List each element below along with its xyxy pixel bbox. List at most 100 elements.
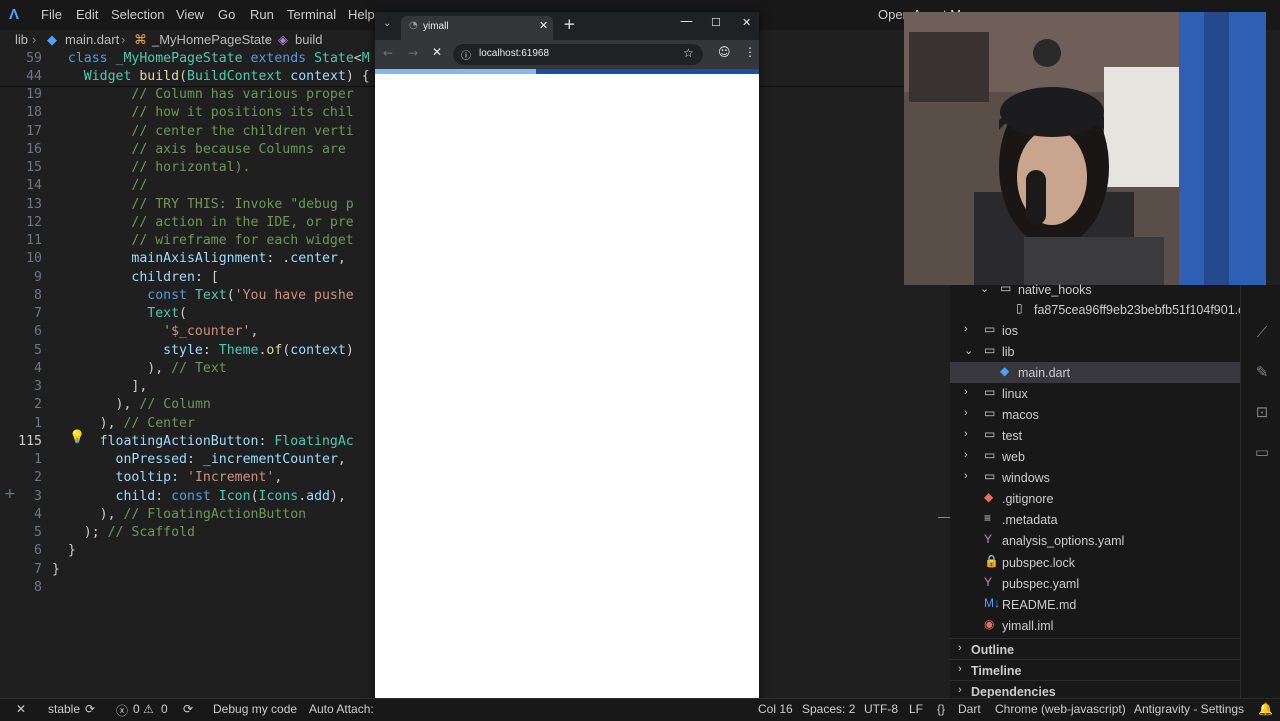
menu-view[interactable]: View bbox=[176, 7, 204, 22]
menu-selection[interactable]: Selection bbox=[111, 7, 164, 22]
profile-icon[interactable]: ☺ bbox=[718, 45, 731, 59]
cursor-position[interactable]: Col 16 bbox=[758, 702, 793, 716]
window-close-icon[interactable]: ✕ bbox=[742, 16, 751, 29]
stop-loading-icon[interactable]: ✕ bbox=[432, 45, 442, 59]
page-viewport[interactable] bbox=[375, 74, 759, 716]
explorer-item[interactable]: ◉ yimall.iml bbox=[950, 615, 1240, 636]
chevron-down-icon[interactable]: ⌄ bbox=[964, 344, 973, 357]
explorer-item[interactable]: › ▭ ios bbox=[950, 320, 1240, 341]
explorer-item[interactable]: › ▭ linux bbox=[950, 383, 1240, 404]
status-bar: ✕ stable ⟳ ⓧ 0 ⚠ 0 ⟳ Debug my code Auto … bbox=[0, 698, 1280, 721]
forward-arrow-icon[interactable]: → bbox=[408, 46, 418, 60]
explorer-item[interactable]: Ypubspec.yaml bbox=[950, 573, 1240, 594]
debug-label[interactable]: Debug my code bbox=[213, 702, 297, 716]
warning-count[interactable]: 0 bbox=[161, 702, 168, 716]
explorer-item[interactable]: ≡ .metadata bbox=[950, 509, 1240, 530]
menu-go[interactable]: Go bbox=[218, 7, 235, 22]
edit-icon[interactable]: ✎ bbox=[1253, 363, 1271, 381]
line-ending[interactable]: LF bbox=[909, 702, 923, 716]
browser-tab[interactable]: ◔ yimall ✕ bbox=[401, 16, 553, 40]
explorer-item[interactable]: 🔒 pubspec.lock bbox=[950, 552, 1240, 573]
explorer-item-label: lib bbox=[1002, 345, 1015, 359]
explorer-item[interactable]: ⌄ ▭ native_hooks bbox=[950, 279, 1240, 300]
browser-menu-icon[interactable]: ⋮ bbox=[744, 45, 756, 59]
site-info-icon[interactable]: ⓘ bbox=[461, 47, 471, 62]
devices-icon[interactable]: ▭ bbox=[1253, 443, 1271, 461]
error-icon[interactable]: ⓧ bbox=[116, 702, 128, 719]
breadcrumb-file[interactable]: main.dart bbox=[65, 32, 119, 47]
explorer-item[interactable]: › ▭ windows bbox=[950, 467, 1240, 488]
explorer-item[interactable]: M↓ README.md bbox=[950, 594, 1240, 615]
error-count[interactable]: 0 bbox=[133, 702, 140, 716]
menu-edit[interactable]: Edit bbox=[76, 7, 98, 22]
antigravity-logo-icon[interactable]: Λ bbox=[9, 6, 25, 23]
chevron-right-icon[interactable]: › bbox=[958, 684, 962, 696]
chevron-down-icon[interactable]: ⌄ bbox=[980, 282, 989, 295]
explorer-item[interactable]: ◆ main.dart bbox=[950, 362, 1240, 383]
chevron-right-icon[interactable]: › bbox=[958, 663, 962, 675]
explorer-item[interactable]: › ▭ web bbox=[950, 446, 1240, 467]
chevron-right-icon[interactable]: › bbox=[964, 386, 968, 398]
line-number: 3 bbox=[34, 379, 42, 394]
explorer-item-label: ios bbox=[1002, 324, 1018, 338]
back-arrow-icon[interactable]: ← bbox=[383, 46, 393, 60]
explorer-item[interactable]: ▯ fa875cea96ff9eb23bebfb51f104f901.cac... bbox=[950, 299, 1268, 320]
browser-tab-strip: ⌄ ◔ yimall ✕ + — ☐ ✕ bbox=[375, 12, 759, 40]
line-code: // how it positions its chil bbox=[131, 105, 354, 121]
line-code: children: [ bbox=[131, 269, 219, 285]
menu-help[interactable]: Help bbox=[348, 7, 375, 22]
breadcrumb-method[interactable]: build bbox=[295, 32, 322, 47]
remote-icon[interactable]: ✕ bbox=[16, 702, 26, 716]
section-title: Dependencies bbox=[971, 685, 1056, 699]
indentation[interactable]: Spaces: 2 bbox=[802, 702, 855, 716]
minimize-icon[interactable]: — bbox=[680, 14, 693, 29]
folder-icon: ▭ bbox=[984, 385, 996, 399]
sync-icon[interactable]: ⟳ bbox=[85, 702, 95, 716]
chevron-right-icon[interactable]: › bbox=[958, 642, 962, 654]
chevron-right-icon[interactable]: › bbox=[964, 449, 968, 461]
notifications-icon[interactable]: 🔔 bbox=[1258, 702, 1273, 716]
breadcrumb-folder[interactable]: lib bbox=[15, 32, 28, 47]
explorer-item[interactable]: › ▭ macos bbox=[950, 404, 1240, 425]
explorer-item[interactable]: Yanalysis_options.yaml bbox=[950, 530, 1240, 551]
tab-search-icon[interactable]: ⌄ bbox=[383, 18, 391, 29]
lightbulb-icon[interactable]: 💡 bbox=[69, 430, 85, 446]
breadcrumb-separator-icon: › bbox=[32, 32, 37, 47]
explorer-item[interactable]: ◆ .gitignore bbox=[950, 488, 1240, 509]
bookmark-star-icon[interactable]: ☆ bbox=[683, 46, 694, 60]
line-number: 18 bbox=[26, 105, 42, 121]
agent-icon[interactable]: ⟋ bbox=[1253, 323, 1271, 341]
file-icon: ≡ bbox=[984, 511, 992, 525]
chevron-right-icon[interactable]: › bbox=[964, 428, 968, 440]
explorer-item[interactable]: ⌄ ▭ lib bbox=[950, 341, 1240, 362]
explorer-section-timeline[interactable]: › Timeline bbox=[950, 659, 1240, 681]
inspect-icon[interactable]: ⊡ bbox=[1253, 403, 1271, 421]
warning-icon[interactable]: ⚠ bbox=[143, 702, 154, 716]
language-mode[interactable]: Dart bbox=[958, 702, 981, 716]
line-number: 6 bbox=[34, 543, 42, 559]
chevron-right-icon[interactable]: › bbox=[964, 407, 968, 419]
device-selector[interactable]: Chrome (web-javascript) bbox=[995, 702, 1126, 716]
url-text[interactable]: localhost:61968 bbox=[479, 48, 549, 59]
explorer-item[interactable]: › ▭ test bbox=[950, 425, 1240, 446]
explorer-item-label: linux bbox=[1002, 387, 1028, 401]
chevron-right-icon[interactable]: › bbox=[964, 470, 968, 482]
menu-run[interactable]: Run bbox=[250, 7, 274, 22]
line-number: 5 bbox=[34, 342, 42, 358]
menu-terminal[interactable]: Terminal bbox=[287, 7, 336, 22]
new-tab-button[interactable]: + bbox=[563, 15, 576, 33]
chevron-right-icon[interactable]: › bbox=[964, 323, 968, 335]
settings-label[interactable]: Antigravity - Settings bbox=[1134, 702, 1244, 716]
explorer-section-outline[interactable]: › Outline bbox=[950, 638, 1240, 660]
markdown-icon: M↓ bbox=[984, 596, 1000, 610]
breadcrumb-class[interactable]: _MyHomePageState bbox=[152, 32, 272, 47]
tab-close-icon[interactable]: ✕ bbox=[539, 19, 548, 32]
debug-icon[interactable]: ⟳ bbox=[183, 702, 193, 716]
address-bar[interactable]: ⓘ localhost:61968 ☆ bbox=[453, 44, 703, 65]
auto-attach-label[interactable]: Auto Attach: bbox=[309, 702, 374, 716]
encoding[interactable]: UTF-8 bbox=[864, 702, 898, 716]
braces-icon[interactable]: {} bbox=[937, 702, 945, 716]
maximize-icon[interactable]: ☐ bbox=[711, 16, 721, 29]
branch-label[interactable]: stable bbox=[48, 702, 80, 716]
menu-file[interactable]: File bbox=[41, 7, 62, 22]
